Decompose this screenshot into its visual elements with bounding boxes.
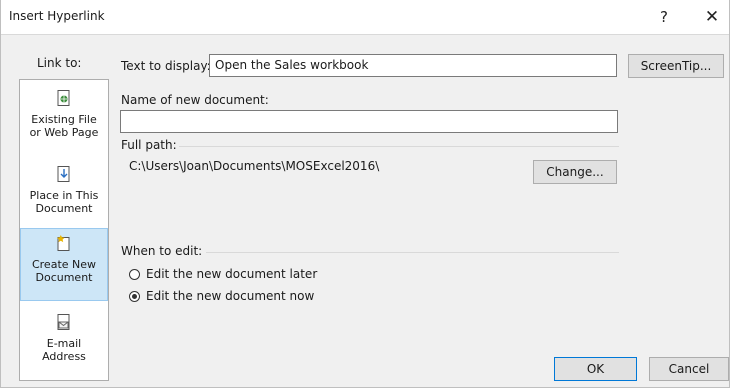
ok-button[interactable]: OK [554,357,637,381]
dialog-title: Insert Hyperlink [9,9,105,23]
link-to-label-line1: Existing File [31,113,97,126]
text-to-display-label: Text to display: [121,59,211,73]
change-path-button[interactable]: Change... [533,160,617,184]
place-in-document-icon [57,166,71,182]
link-to-label-line1: Create New [31,258,97,271]
link-to-existing-file[interactable]: Existing File or Web Page [20,84,108,152]
help-button[interactable]: ? [651,6,677,28]
link-to-email-address[interactable]: E-mail Address [20,308,108,376]
close-button[interactable]: ✕ [699,6,725,28]
full-path-value: C:\Users\Joan\Documents\MOSExcel2016\ [129,159,380,173]
link-to-create-new-document[interactable]: Create New Document [20,228,108,301]
existing-file-icon [57,90,71,106]
edit-now-label: Edit the new document now [146,289,315,303]
link-to-label-line2: or Web Page [29,126,99,139]
insert-hyperlink-dialog: Insert Hyperlink ? ✕ Link to: Existing F… [0,0,730,388]
edit-now-radio[interactable] [129,291,140,302]
when-to-edit-label: When to edit: [121,244,203,258]
link-to-panel: Existing File or Web Page Place in This Do… [19,79,109,381]
link-to-label-line1: Place in This [29,189,99,202]
link-to-label-line2: Document [35,202,93,215]
link-to-label-line2: Address [42,350,86,363]
link-to-label-line1: E-mail [46,337,82,350]
link-to-label: Link to: [37,56,82,70]
edit-later-option[interactable]: Edit the new document later [129,267,317,281]
email-address-icon [57,314,71,330]
title-bar: Insert Hyperlink ? ✕ [1,0,729,35]
link-to-label-line2: Document [35,271,93,284]
new-document-name-input[interactable] [120,110,618,133]
screentip-button[interactable]: ScreenTip... [628,54,724,78]
edit-later-radio[interactable] [129,269,140,280]
edit-now-option[interactable]: Edit the new document now [129,289,314,303]
edit-later-label: Edit the new document later [146,267,318,281]
text-to-display-input[interactable]: Open the Sales workbook [209,54,617,77]
cancel-button[interactable]: Cancel [649,357,729,381]
new-document-name-label: Name of new document: [121,93,269,107]
link-to-place-in-document[interactable]: Place in This Document [20,160,108,228]
full-path-separator [179,146,619,147]
when-to-edit-separator [206,252,619,253]
full-path-label: Full path: [121,138,177,152]
create-new-document-icon [57,235,71,251]
